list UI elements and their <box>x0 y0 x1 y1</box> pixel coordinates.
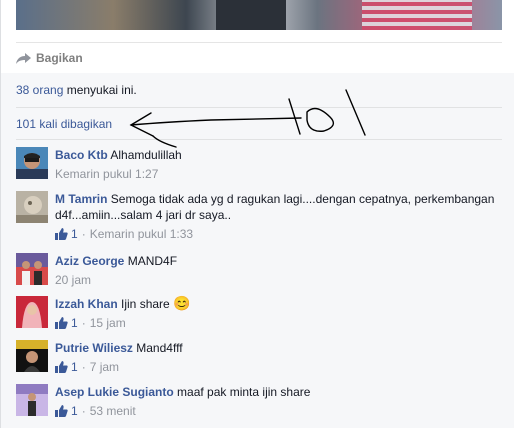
comment-timestamp[interactable]: Kemarin pukul 1:27 <box>55 167 158 181</box>
shares-summary: 101 kali dibagikan <box>16 117 502 140</box>
shares-count-link[interactable]: 101 kali dibagikan <box>16 117 112 131</box>
comment-text: Alhamdulillah <box>110 148 182 162</box>
avatar[interactable] <box>16 253 48 285</box>
comment-item: Izzah Khan Ijin share 😊 1 · 15 jam <box>16 296 502 330</box>
avatar[interactable] <box>16 296 48 328</box>
likes-suffix: menyukai ini. <box>63 83 137 97</box>
comment-timestamp[interactable]: 7 jam <box>90 360 119 374</box>
comment-timestamp[interactable]: 53 menit <box>90 404 136 418</box>
share-arrow-icon <box>16 52 31 64</box>
comment-text: MAND4F <box>127 254 178 268</box>
separator-dot: · <box>81 316 86 330</box>
separator-dot: · <box>81 360 86 374</box>
comment-author[interactable]: Putrie Wiliesz <box>55 341 133 355</box>
like-count-value: 1 <box>71 360 78 374</box>
comment-body: Baco Ktb Alhamdulillah Kemarin pukul 1:2… <box>55 147 495 181</box>
comment-item: Putrie Wiliesz Mand4fff 1 · 7 jam <box>16 340 502 374</box>
comment-body: M Tamrin Semoga tidak ada yg d ragukan l… <box>55 191 495 241</box>
photo-region-striped <box>362 0 472 30</box>
comment-author[interactable]: Izzah Khan <box>55 297 118 311</box>
share-button[interactable]: Bagikan <box>16 51 83 65</box>
avatar[interactable] <box>16 147 48 179</box>
smile-emoji-icon: 😊 <box>173 295 191 311</box>
comment-body: Putrie Wiliesz Mand4fff 1 · 7 jam <box>55 340 495 374</box>
comment-author[interactable]: M Tamrin <box>55 192 107 206</box>
comment-like-count[interactable]: 1 <box>55 360 78 374</box>
comment-body: Asep Lukie Sugianto maaf pak minta ijin … <box>55 384 495 418</box>
comment-text: maaf pak minta ijin share <box>177 385 311 399</box>
comment-body: Izzah Khan Ijin share 😊 1 · 15 jam <box>55 296 495 330</box>
comment-item: M Tamrin Semoga tidak ada yg d ragukan l… <box>16 191 502 247</box>
comment-author[interactable]: Asep Lukie Sugianto <box>55 385 174 399</box>
comment-timestamp[interactable]: 20 jam <box>55 273 91 287</box>
like-count-value: 1 <box>71 404 78 418</box>
post-actions-bar: Bagikan <box>16 42 502 74</box>
post-photo[interactable] <box>16 0 502 30</box>
comment-item: Baco Ktb Alhamdulillah Kemarin pukul 1:2… <box>16 147 502 181</box>
likes-summary: 38 orang menyukai ini. <box>16 83 502 108</box>
avatar[interactable] <box>16 384 48 416</box>
separator-dot: · <box>81 404 86 418</box>
thumbs-up-icon <box>55 405 68 417</box>
separator-dot: · <box>81 227 86 241</box>
comment-author[interactable]: Aziz George <box>55 254 124 268</box>
thumbs-up-icon <box>55 228 68 240</box>
comment-text: Mand4fff <box>136 341 183 355</box>
comment-like-count[interactable]: 1 <box>55 316 78 330</box>
like-count-value: 1 <box>71 316 78 330</box>
comment-body: Aziz George MAND4F 20 jam <box>55 253 495 287</box>
comment-item: Asep Lukie Sugianto maaf pak minta ijin … <box>16 384 502 418</box>
like-count-value: 1 <box>71 227 78 241</box>
thumbs-up-icon <box>55 317 68 329</box>
feedback-section: 38 orang menyukai ini. 101 kali dibagika… <box>1 73 514 428</box>
avatar[interactable] <box>16 340 48 372</box>
avatar[interactable] <box>16 191 48 223</box>
comment-text: Ijin share <box>121 297 170 311</box>
share-button-label: Bagikan <box>36 51 83 65</box>
comment-timestamp[interactable]: 15 jam <box>90 316 126 330</box>
comment-like-count[interactable]: 1 <box>55 227 78 241</box>
comment-text: Semoga tidak ada yg d ragukan lagi....de… <box>55 192 495 222</box>
comment-timestamp[interactable]: Kemarin pukul 1:33 <box>90 227 193 241</box>
photo-region-dark <box>216 0 286 30</box>
comment-like-count[interactable]: 1 <box>55 404 78 418</box>
comment-author[interactable]: Baco Ktb <box>55 148 108 162</box>
thumbs-up-icon <box>55 361 68 373</box>
post-card: Bagikan 38 orang menyukai ini. 101 kali … <box>0 0 514 428</box>
likes-count-link[interactable]: 38 orang <box>16 83 63 97</box>
comment-item: Aziz George MAND4F 20 jam <box>16 253 502 287</box>
